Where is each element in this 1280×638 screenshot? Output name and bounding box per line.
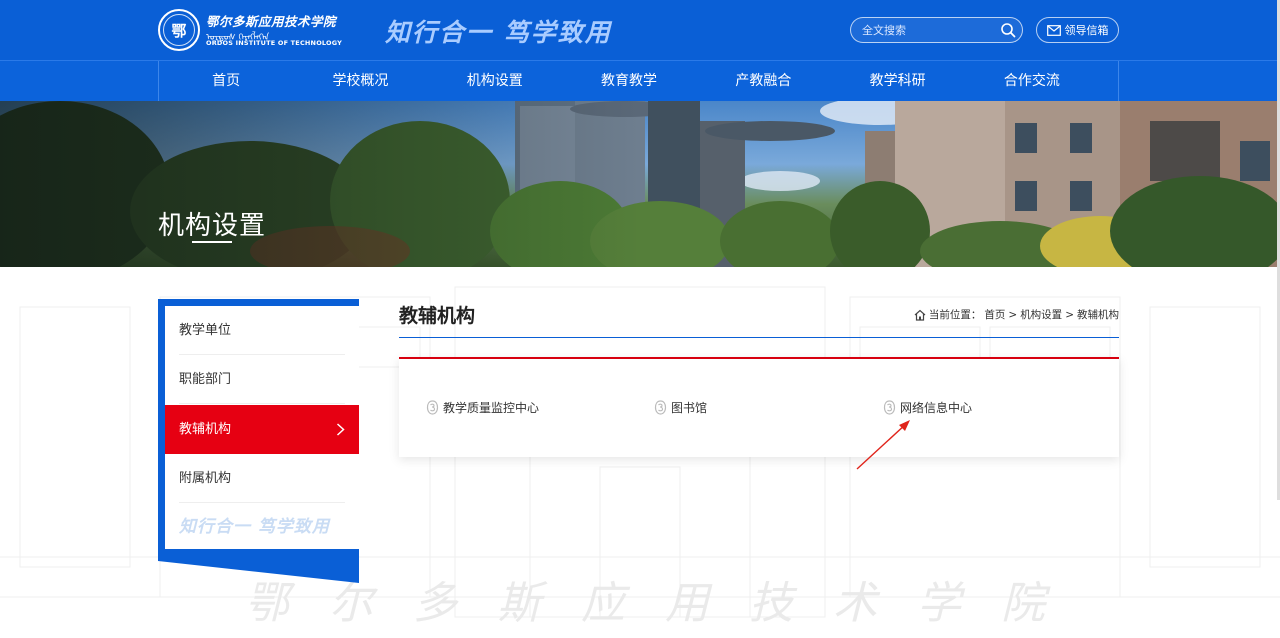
- site-header: 鄂 鄂尔多斯应用技术学院 ᠣᠷᠳᠣᠰ ᠬᠡᠷᠡᠭᠯᠡᠭᠡᠨ ORDOS INST…: [0, 0, 1280, 60]
- bullet-icon: [426, 400, 439, 415]
- sidebar-item-label: 附属机构: [179, 471, 232, 486]
- nav-item-research[interactable]: 教学科研: [830, 61, 964, 101]
- school-logo[interactable]: 鄂 鄂尔多斯应用技术学院 ᠣᠷᠳᠣᠰ ᠬᠡᠷᠡᠭᠯᠡᠭᠡᠨ ORDOS INST…: [158, 9, 342, 51]
- watermark-school-name: 鄂 尔 多 斯 应 用 技 术 学 院: [245, 578, 1045, 629]
- annotation-arrow-icon: [856, 420, 910, 470]
- search-box: [850, 17, 1023, 43]
- units-card: 教学质量监控中心 图书馆 网络信息中心: [399, 357, 1119, 457]
- unit-link-library[interactable]: 图书馆: [654, 399, 707, 416]
- unit-link-network-info-center[interactable]: 网络信息中心: [883, 399, 972, 416]
- nav-item-organization[interactable]: 机构设置: [428, 61, 562, 101]
- sidebar-item-teaching-units[interactable]: 教学单位: [165, 306, 359, 355]
- sidebar-item-label: 教辅机构: [179, 422, 232, 437]
- logo-name-en: ORDOS INSTITUTE OF TECHNOLOGY: [206, 39, 343, 47]
- sidebar-menu: 教学单位 职能部门 教辅机构 附属机构 知行合一 笃学致用: [165, 306, 359, 549]
- breadcrumb-separator: >: [1065, 308, 1074, 321]
- school-emblem-icon: 鄂: [158, 9, 200, 51]
- nav-item-cooperation[interactable]: 合作交流: [965, 61, 1099, 101]
- sidebar-item-auxiliary-institutions[interactable]: 教辅机构: [165, 405, 359, 454]
- search-icon[interactable]: [1000, 22, 1016, 38]
- divider: [179, 502, 345, 503]
- title-divider: [399, 337, 1119, 338]
- mailbox-label: 领导信箱: [1064, 24, 1109, 37]
- mail-icon: [1046, 24, 1061, 36]
- bullet-icon: [883, 400, 896, 415]
- bullet-icon: [654, 400, 667, 415]
- sidebar-slogan: 知行合一 笃学致用: [179, 517, 330, 537]
- divider: [179, 403, 345, 404]
- breadcrumb-prefix: 当前位置：: [928, 309, 982, 321]
- sidebar-item-affiliated-institutions[interactable]: 附属机构: [165, 454, 359, 503]
- nav-item-education[interactable]: 教育教学: [562, 61, 696, 101]
- unit-label: 图书馆: [671, 401, 708, 415]
- chevron-right-icon: [336, 423, 345, 436]
- nav-item-industry[interactable]: 产教融合: [696, 61, 830, 101]
- nav-item-home[interactable]: 首页: [159, 61, 293, 101]
- home-icon: [914, 309, 926, 321]
- breadcrumb-home-link[interactable]: 首页: [984, 307, 1005, 322]
- breadcrumb: 当前位置： 首页 > 机构设置 > 教辅机构: [914, 307, 1119, 322]
- unit-label: 教学质量监控中心: [443, 401, 540, 415]
- breadcrumb-separator: >: [1008, 308, 1018, 321]
- header-slogan: 知行合一 笃学致用: [385, 18, 612, 47]
- nav-item-overview[interactable]: 学校概况: [293, 61, 427, 101]
- banner-shade: [0, 101, 640, 267]
- sidebar-item-functional-depts[interactable]: 职能部门: [165, 355, 359, 404]
- unit-label: 网络信息中心: [900, 401, 973, 415]
- search-input[interactable]: [862, 22, 997, 39]
- banner-title-underline: [192, 241, 232, 243]
- emblem-char: 鄂: [171, 21, 187, 40]
- leader-mailbox-button[interactable]: 领导信箱: [1036, 17, 1119, 43]
- sidebar-item-label: 教学单位: [179, 323, 232, 338]
- page-title: 教辅机构: [399, 305, 476, 327]
- main-nav: 首页 学校概况 机构设置 教育教学 产教融合 教学科研 合作交流: [0, 60, 1280, 101]
- sidebar-item-label: 职能部门: [179, 372, 232, 387]
- unit-link-quality-monitoring[interactable]: 教学质量监控中心: [426, 399, 539, 416]
- breadcrumb-organization-link[interactable]: 机构设置: [1020, 307, 1062, 322]
- banner-title: 机构设置: [158, 211, 267, 241]
- breadcrumb-current[interactable]: 教辅机构: [1077, 307, 1119, 322]
- page-banner: 机构设置: [0, 101, 1280, 267]
